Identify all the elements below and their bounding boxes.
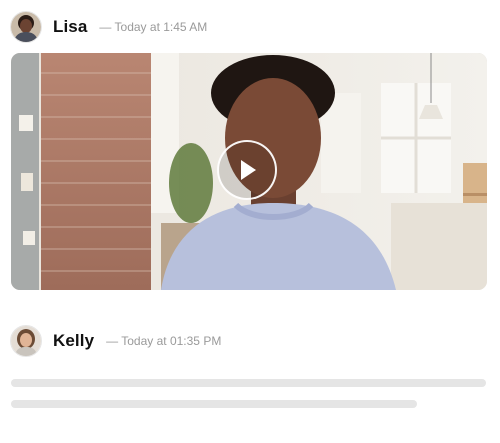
message-header-lisa: Lisa — Today at 1:45 AM	[10, 11, 207, 43]
play-icon	[241, 160, 256, 180]
play-button[interactable]	[217, 140, 277, 200]
skeleton-line	[11, 379, 486, 387]
message-timestamp: — Today at 01:35 PM	[106, 334, 222, 348]
avatar-kelly[interactable]	[10, 325, 42, 357]
author-name[interactable]: Lisa	[53, 17, 87, 37]
video-attachment[interactable]	[11, 53, 487, 290]
author-name[interactable]: Kelly	[53, 331, 94, 351]
message-timestamp: — Today at 1:45 AM	[99, 20, 208, 34]
skeleton-line	[11, 400, 417, 408]
message-header-kelly: Kelly — Today at 01:35 PM	[10, 325, 221, 357]
avatar-lisa[interactable]	[10, 11, 42, 43]
